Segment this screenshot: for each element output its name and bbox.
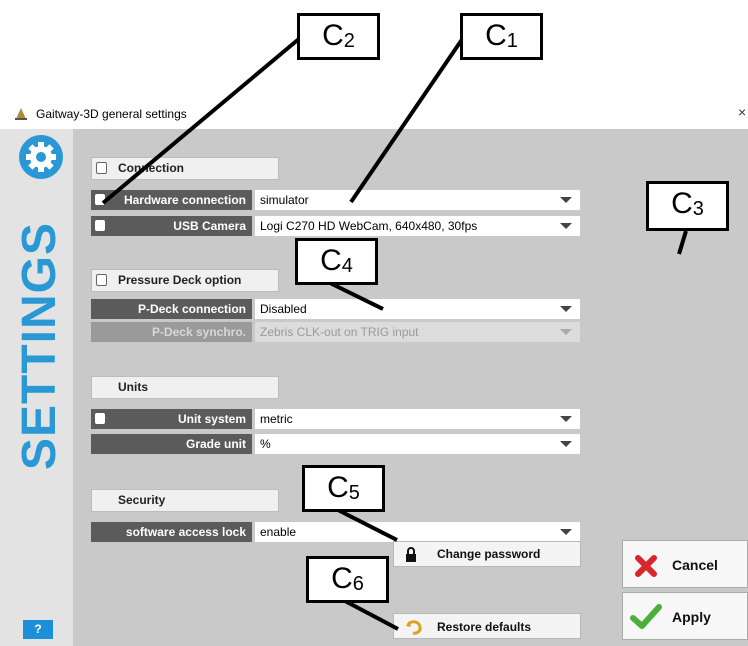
- callout-line-c6: [344, 599, 399, 631]
- callout-c4: C4: [295, 238, 378, 285]
- callout-line-c4: [329, 281, 384, 311]
- callout-c6: C6: [306, 556, 389, 603]
- callout-line-c2: [101, 36, 302, 205]
- callout-lines: [101, 36, 688, 631]
- callout-line-c1: [349, 36, 465, 204]
- callout-c2: C2: [297, 13, 380, 60]
- callout-line-c3: [677, 230, 688, 255]
- callout-c5: C5: [302, 465, 385, 512]
- callout-c3: C3: [646, 181, 729, 231]
- callout-c1: C1: [460, 13, 543, 60]
- callout-line-c5: [337, 508, 398, 542]
